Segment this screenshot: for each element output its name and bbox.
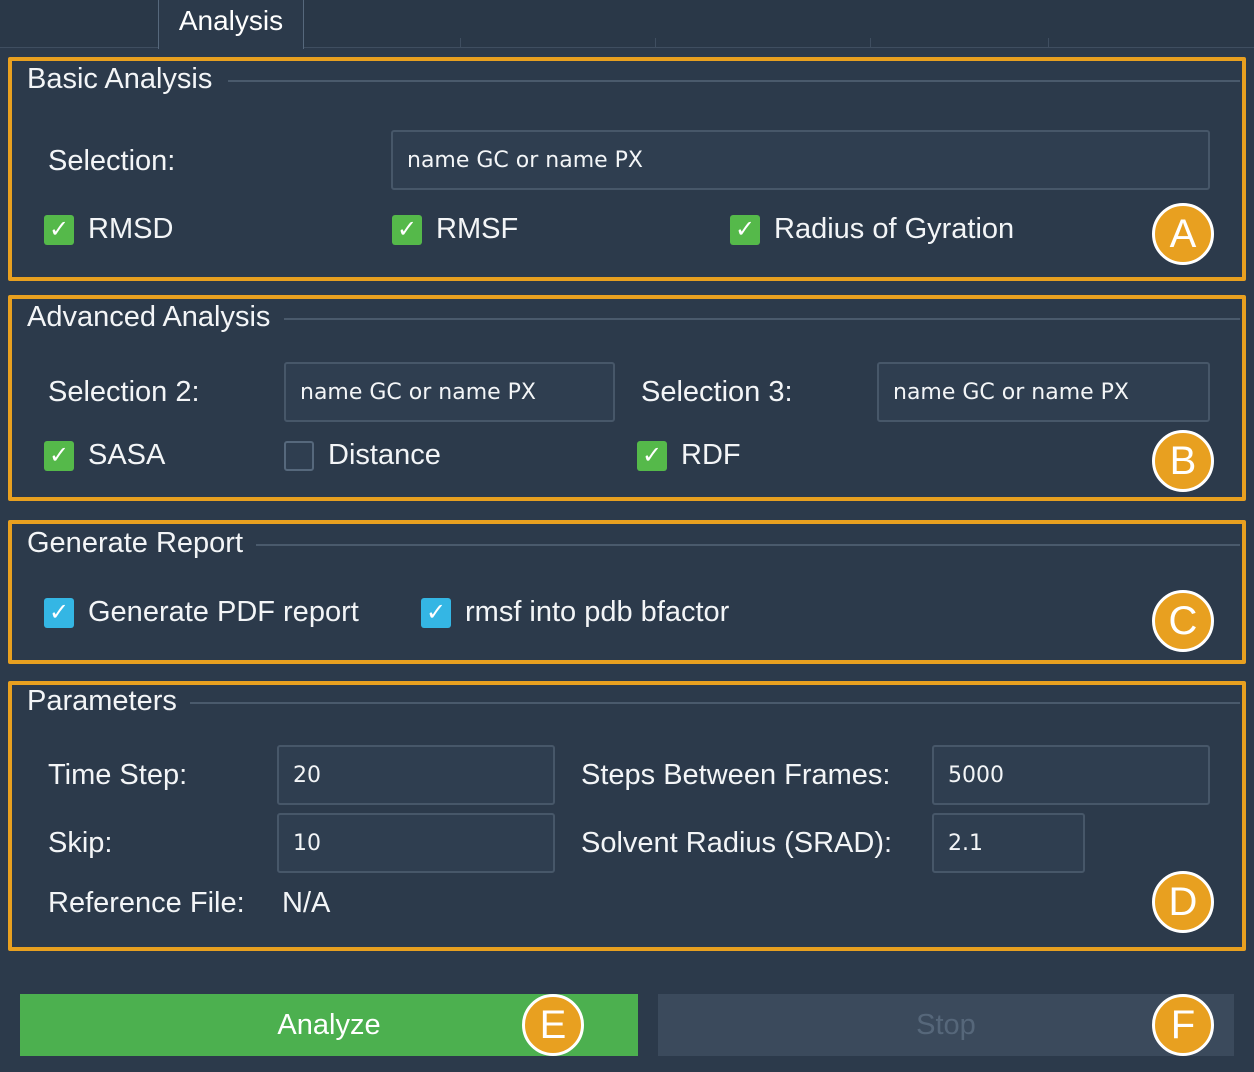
rmsf-label: RMSF [436,213,519,245]
selection-3-input[interactable]: name GC or name PX [877,362,1210,422]
selection-label: Selection: [48,145,176,177]
checkmark-icon[interactable]: ✓ [44,214,74,245]
annotation-badge-f: F [1152,994,1214,1056]
rmsd-label: RMSD [88,213,174,245]
radius-of-gyration-checkbox-row[interactable]: ✓ Radius of Gyration [730,213,1014,246]
distance-label: Distance [328,439,441,471]
selection-3-label: Selection 3: [641,376,793,408]
annotation-badge-a: A [1152,203,1214,265]
rmsf-bfactor-label: rmsf into pdb bfactor [465,596,730,628]
checkmark-icon[interactable]: ✓ [421,597,451,628]
sasa-checkbox-row[interactable]: ✓ SASA [44,439,165,472]
rdf-checkbox-row[interactable]: ✓ RDF [637,439,741,472]
solvent-radius-input[interactable]: 2.1 [932,813,1085,873]
generate-pdf-label: Generate PDF report [88,596,359,628]
skip-label: Skip: [48,827,113,859]
annotation-badge-e: E [522,994,584,1056]
tab-divider [655,38,656,48]
selection-2-input[interactable]: name GC or name PX [284,362,615,422]
rmsf-bfactor-checkbox-row[interactable]: ✓ rmsf into pdb bfactor [421,596,729,629]
tab-divider [870,38,871,48]
radius-of-gyration-label: Radius of Gyration [774,213,1015,245]
group-divider [256,544,1240,546]
tab-analysis[interactable]: Analysis [158,0,304,49]
generate-pdf-checkbox-row[interactable]: ✓ Generate PDF report [44,596,359,629]
empty-checkbox-icon[interactable] [284,440,314,471]
steps-between-frames-label: Steps Between Frames: [581,759,891,791]
checkmark-icon[interactable]: ✓ [730,214,760,245]
basic-analysis-title: Basic Analysis [27,63,213,95]
checkmark-icon[interactable]: ✓ [392,214,422,245]
time-step-label: Time Step: [48,759,188,791]
solvent-radius-label: Solvent Radius (SRAD): [581,827,893,859]
tab-divider [460,38,461,48]
rmsd-checkbox-row[interactable]: ✓ RMSD [44,213,173,246]
time-step-input[interactable]: 20 [277,745,555,805]
advanced-analysis-title: Advanced Analysis [27,301,271,333]
checkmark-icon[interactable]: ✓ [44,440,74,471]
parameters-title: Parameters [27,685,177,717]
group-divider [228,80,1240,82]
reference-file-value: N/A [282,887,331,919]
skip-input[interactable]: 10 [277,813,555,873]
rdf-label: RDF [681,439,741,471]
annotation-badge-c: C [1152,590,1214,652]
tab-divider [1048,38,1049,48]
annotation-badge-d: D [1152,871,1214,933]
annotation-badge-b: B [1152,430,1214,492]
generate-report-title: Generate Report [27,527,244,559]
rmsf-checkbox-row[interactable]: ✓ RMSF [392,213,518,246]
reference-file-label: Reference File: [48,887,245,919]
selection-input[interactable]: name GC or name PX [391,130,1210,190]
distance-checkbox-row[interactable]: Distance [284,439,441,472]
stop-button[interactable]: Stop [658,994,1234,1056]
group-divider [284,318,1240,320]
group-divider [190,702,1240,704]
checkmark-icon[interactable]: ✓ [44,597,74,628]
selection-2-label: Selection 2: [48,376,200,408]
sasa-label: SASA [88,439,166,471]
checkmark-icon[interactable]: ✓ [637,440,667,471]
steps-between-frames-input[interactable]: 5000 [932,745,1210,805]
